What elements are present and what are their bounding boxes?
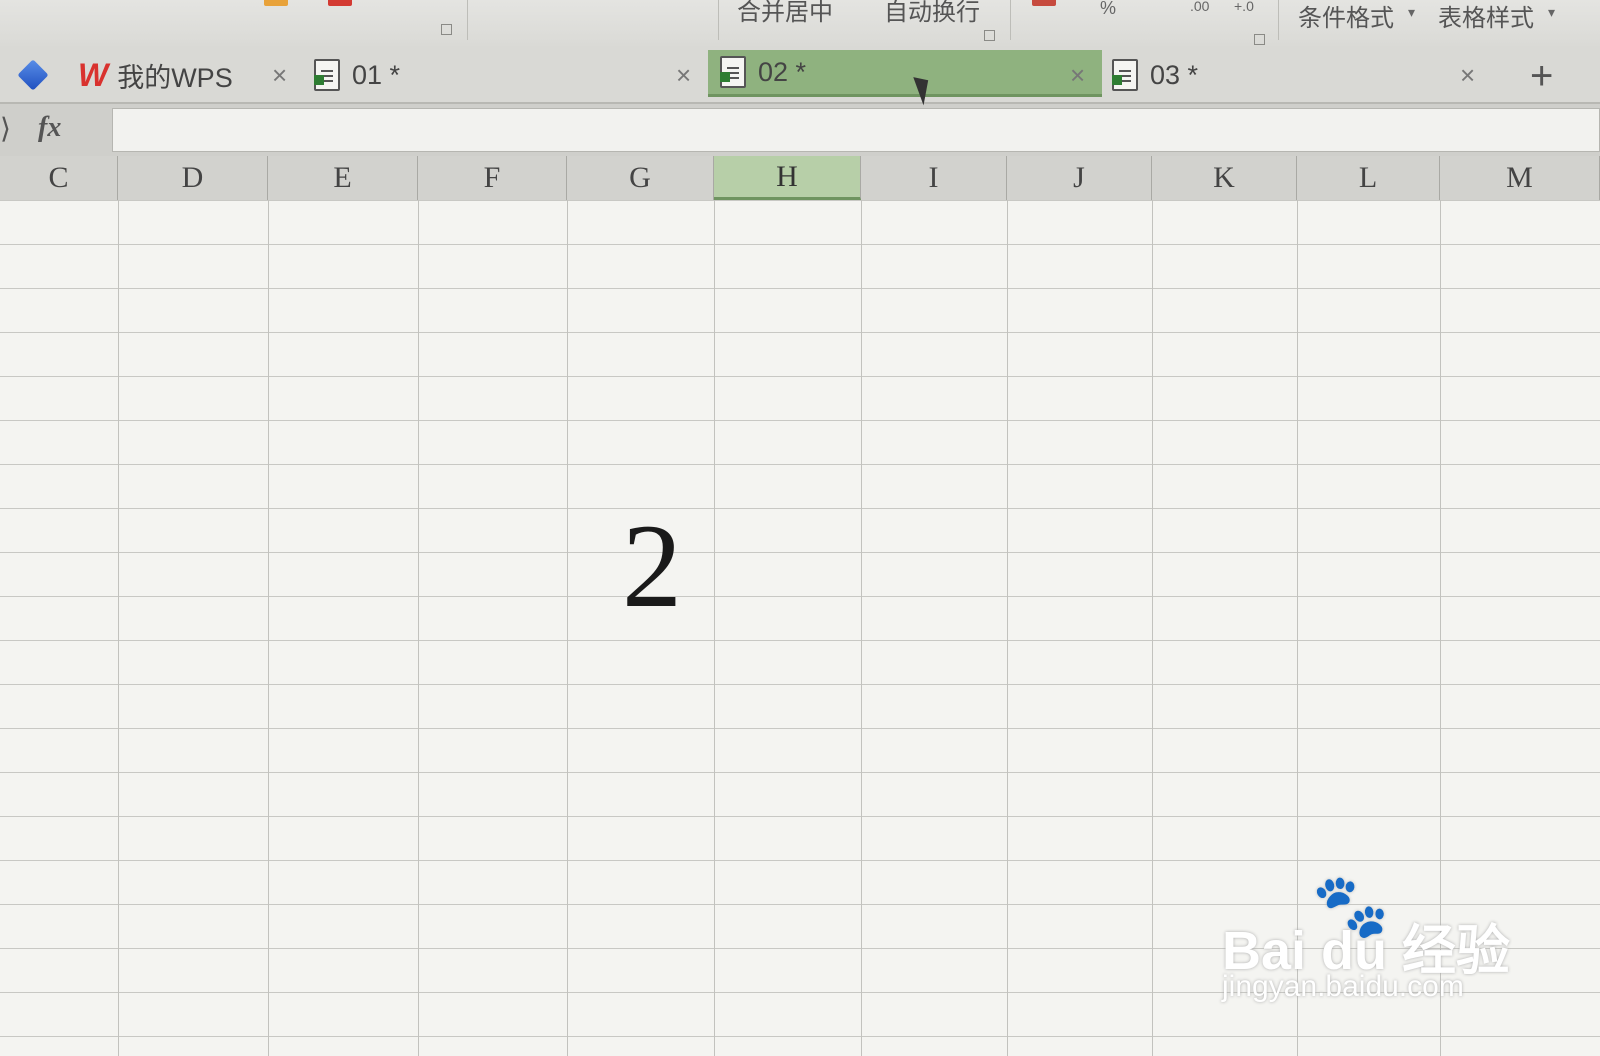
cell-value[interactable]: 2 <box>622 506 682 626</box>
baidu-watermark: 🐾 Bai du 经验 jingyan.baidu.com <box>1222 870 1582 1020</box>
ribbon-separator <box>467 0 468 40</box>
insert-function-button[interactable]: fx <box>38 112 61 144</box>
spreadsheet-icon <box>1112 59 1138 91</box>
number-dialog-launcher-icon[interactable] <box>1254 34 1265 45</box>
alignment-dialog-launcher-icon[interactable] <box>984 30 995 41</box>
column-gridline <box>861 200 862 1056</box>
column-header[interactable]: K <box>1152 156 1297 200</box>
formula-bar: ⟩ fx <box>0 104 1600 156</box>
column-header[interactable]: J <box>1007 156 1152 200</box>
table-style-button[interactable]: 表格样式 <box>1438 0 1534 33</box>
column-gridline <box>268 200 269 1056</box>
percent-button[interactable]: % <box>1100 0 1116 19</box>
column-header[interactable]: D <box>118 156 268 200</box>
formula-input[interactable] <box>112 108 1600 152</box>
tab-my-wps[interactable]: W 我的WPS × <box>78 50 298 100</box>
ribbon-separator <box>718 0 719 40</box>
document-tab-bar: W 我的WPS × 01 * × 02 * × 03 * × + <box>0 46 1600 104</box>
column-gridline <box>567 200 568 1056</box>
cube-app-icon <box>17 59 49 91</box>
font-color-icon[interactable] <box>328 0 352 6</box>
font-dialog-launcher-icon[interactable] <box>441 24 452 35</box>
fill-color-icon[interactable] <box>264 0 288 6</box>
spreadsheet-icon <box>314 59 340 91</box>
name-box-edge[interactable]: ⟩ <box>0 112 11 145</box>
column-header-selected[interactable]: H <box>714 156 861 200</box>
tab-label: 02 * <box>758 56 807 87</box>
column-gridline <box>118 200 119 1056</box>
add-tab-button[interactable]: + <box>1530 54 1553 99</box>
spreadsheet-icon <box>720 56 746 88</box>
wrap-text-button[interactable]: 自动换行 <box>884 0 980 27</box>
watermark-url: jingyan.baidu.com <box>1222 970 1464 1003</box>
ribbon-separator <box>1010 0 1011 40</box>
close-icon[interactable]: × <box>1070 60 1085 91</box>
increase-decimal-button[interactable]: .00 <box>1190 0 1209 14</box>
tab-sheet-02[interactable]: 02 * × <box>708 50 1102 97</box>
column-header[interactable]: E <box>268 156 418 200</box>
decrease-decimal-button[interactable]: +.0 <box>1234 0 1254 14</box>
conditional-format-button[interactable]: 条件格式 <box>1298 0 1394 33</box>
tab-home-cube[interactable] <box>17 50 60 100</box>
column-gridline <box>418 200 419 1056</box>
column-header[interactable]: G <box>567 156 714 200</box>
currency-icon[interactable] <box>1032 0 1056 6</box>
column-header[interactable]: M <box>1440 156 1600 200</box>
column-header-row: C D E F G H I J K L M <box>0 156 1600 201</box>
wps-logo-icon: W <box>78 56 108 93</box>
column-gridline <box>1007 200 1008 1056</box>
tab-label: 03 * <box>1150 59 1199 90</box>
column-header[interactable]: I <box>861 156 1007 200</box>
chevron-down-icon[interactable]: ▾ <box>1408 4 1415 21</box>
column-gridline <box>714 200 715 1056</box>
ribbon-toolbar: 合并居中 自动换行 % .00 +.0 条件格式 ▾ 表格样式 ▾ <box>0 0 1600 47</box>
column-header[interactable]: F <box>418 156 567 200</box>
column-gridline <box>1152 200 1153 1056</box>
tab-sheet-01[interactable]: 01 * × <box>314 50 704 100</box>
tab-label: 我的WPS <box>117 62 233 93</box>
ribbon-separator <box>1278 0 1279 40</box>
column-header[interactable]: C <box>0 156 118 200</box>
close-icon[interactable]: × <box>676 60 691 91</box>
column-header[interactable]: L <box>1297 156 1440 200</box>
close-icon[interactable]: × <box>1460 60 1475 91</box>
tab-sheet-03[interactable]: 03 * × <box>1112 50 1496 100</box>
tab-label: 01 * <box>352 59 401 90</box>
close-icon[interactable]: × <box>272 60 287 91</box>
merge-center-button[interactable]: 合并居中 <box>737 0 833 27</box>
chevron-down-icon[interactable]: ▾ <box>1548 4 1555 21</box>
